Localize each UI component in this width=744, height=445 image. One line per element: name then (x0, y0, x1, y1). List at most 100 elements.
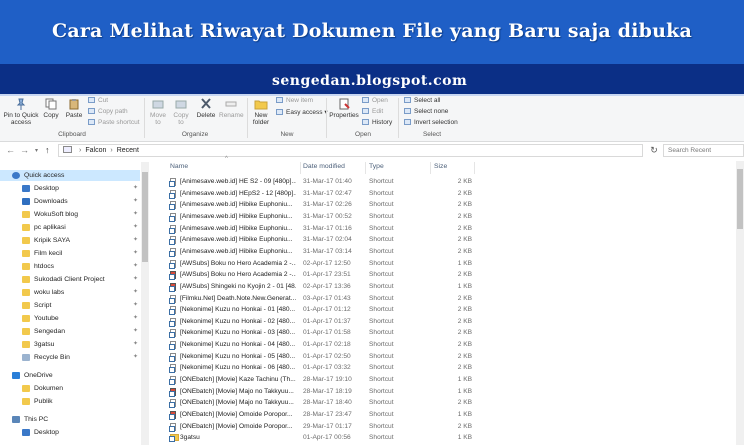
scrollbar-thumb[interactable] (142, 172, 148, 262)
nav-item-wokusoft-blog[interactable]: WokuSoft blog ✦ (0, 209, 140, 220)
nav-item-label: woku labs (34, 289, 65, 296)
copy-path-button[interactable]: Copy path (88, 108, 128, 115)
file-type: Shortcut (369, 282, 394, 290)
nav-item-recycle-bin[interactable]: Recycle Bin ✦ (0, 352, 140, 363)
file-size: 1 KB (457, 434, 472, 442)
cut-button[interactable]: Cut (88, 97, 108, 104)
file-row[interactable]: [Nekonime] Kuzu no Honkai - 04 [480... 01… (160, 339, 735, 351)
select-none-button[interactable]: Select none (404, 108, 448, 115)
file-row[interactable]: [Filmku.Net] Death.Note.New.Generat... 03… (160, 293, 735, 304)
nav-item-desktop[interactable]: Desktop (0, 427, 140, 438)
file-size: 2 KB (457, 247, 472, 255)
file-row[interactable]: [Nekonime] Kuzu no Honkai - 05 [480... 01… (160, 351, 735, 362)
breadcrumb-recent[interactable]: Recent (117, 147, 139, 154)
file-row[interactable]: [Animesave.web.id] Hibike Euphoniu... 31-… (160, 223, 735, 234)
delete-button[interactable]: Delete (195, 98, 217, 119)
file-row[interactable]: [Nekonime] Kuzu no Honkai - 06 [480... 01… (160, 362, 735, 374)
easy-access-icon (276, 109, 283, 115)
select-all-button[interactable]: Select all (404, 97, 440, 104)
column-header-type[interactable]: Type (369, 163, 384, 170)
nav-item-3gatsu[interactable]: 3gatsu ✦ (0, 339, 140, 350)
refresh-icon[interactable]: ↻ (648, 144, 660, 157)
file-row[interactable]: [Animesave.web.id] Hibike Euphoniu... 31-… (160, 199, 735, 211)
file-size: 2 KB (457, 422, 472, 430)
file-row[interactable]: [AWSubs] Shingeki no Kyojin 2 - 01 [48..… (160, 281, 735, 292)
file-row[interactable]: [Animesave.web.id] HEpS2 - 12 [480p]... 3… (160, 188, 735, 199)
pinned-icon: ✦ (133, 211, 139, 217)
nav-item-publik[interactable]: Publik (0, 396, 140, 407)
back-arrow-icon[interactable]: ← (6, 145, 15, 155)
history-button[interactable]: History (362, 119, 392, 126)
nav-item-youtube[interactable]: Youtube ✦ (0, 313, 140, 324)
nav-item-quick-access[interactable]: Quick access (0, 170, 140, 181)
nav-item-sengedan[interactable]: Sengedan ✦ (0, 326, 140, 337)
new-folder-button[interactable]: New folder (250, 98, 272, 126)
column-divider[interactable] (300, 162, 301, 174)
nav-item-this-pc[interactable]: This PC (0, 414, 140, 425)
file-row[interactable]: [Animesave.web.id] Hibike Euphoniu... 31-… (160, 246, 735, 257)
nav-item-dokumen[interactable]: Dokumen (0, 383, 140, 394)
file-row[interactable]: [Nekonime] Kuzu no Honkai - 02 [480... 01… (160, 316, 735, 327)
nav-item-htdocs[interactable]: htdocs ✦ (0, 261, 140, 272)
column-header-date[interactable]: Date modified (303, 163, 345, 170)
nav-item-desktop[interactable]: Desktop ✦ (0, 183, 140, 194)
breadcrumb-falcon[interactable]: Falcon (85, 147, 106, 154)
file-date: 01-Apr-17 01:37 (303, 317, 351, 325)
nav-item-pc-aplikasi[interactable]: pc aplikasi ✦ (0, 222, 140, 233)
column-divider[interactable] (365, 162, 366, 174)
file-row[interactable]: [Nekonime] Kuzu no Honkai - 03 [480... 01… (160, 327, 735, 339)
file-list-scrollbar[interactable] (736, 161, 744, 445)
pin-to-quick-access-button[interactable]: Pin to Quick access (2, 98, 40, 126)
search-input[interactable]: Search Recent (663, 144, 744, 157)
file-row[interactable]: [ONEbatch] [Movie] Majo no Takkyuu... 28-… (160, 386, 735, 397)
address-bar[interactable]: › Falcon › Recent (58, 144, 643, 157)
nav-item-downloads[interactable]: Downloads ✦ (0, 196, 140, 207)
open-button[interactable]: Open (362, 97, 388, 104)
file-row[interactable]: [ONEbatch] [Movie] Omoide Poropor... 29-M… (160, 421, 735, 432)
invert-selection-button[interactable]: Invert selection (404, 119, 458, 126)
nav-item-onedrive[interactable]: OneDrive (0, 370, 140, 381)
paste-button[interactable]: Paste (64, 98, 84, 119)
scrollbar-thumb[interactable] (737, 169, 743, 229)
up-arrow-icon[interactable]: ↑ (45, 145, 50, 155)
paste-shortcut-button[interactable]: Paste shortcut (88, 119, 140, 126)
folder-icon (22, 224, 30, 231)
forward-arrow-icon[interactable]: → (20, 145, 29, 155)
rename-button[interactable]: Rename (219, 98, 244, 119)
file-date: 01-Apr-17 02:18 (303, 341, 351, 349)
column-divider[interactable] (474, 162, 475, 174)
file-name: [Animesave.web.id] Hibike Euphoniu... (180, 212, 293, 220)
easy-access-button[interactable]: Easy access ▾ (276, 108, 328, 116)
column-header-size[interactable]: Size (434, 163, 447, 170)
nav-item-film-kecil[interactable]: Film kecil ✦ (0, 248, 140, 259)
navigation-scrollbar[interactable] (141, 162, 149, 445)
copy-button[interactable]: Copy (42, 98, 60, 119)
properties-button[interactable]: Properties (329, 98, 359, 119)
file-row[interactable]: [Animesave.web.id] Hibike Euphoniu... 31-… (160, 234, 735, 246)
folder-icon (22, 302, 30, 309)
column-divider[interactable] (430, 162, 431, 174)
recent-locations-chevron-icon[interactable]: ▾ (35, 147, 38, 154)
move-to-button[interactable]: Move to (148, 98, 168, 126)
new-item-button[interactable]: New item (276, 97, 313, 104)
copy-to-button[interactable]: Copy to (171, 98, 191, 126)
file-row[interactable]: 3gatsu 01-Apr-17 00:56 Shortcut 1 KB (160, 432, 735, 443)
file-date: 29-Mar-17 01:17 (303, 422, 352, 430)
file-type: Shortcut (369, 271, 394, 279)
file-row[interactable]: [Animesave.web.id] Hibike Euphoniu... 31-… (160, 211, 735, 222)
file-row[interactable]: [Nekonime] Kuzu no Honkai - 01 [480... 01… (160, 304, 735, 316)
file-row[interactable]: [AWSubs] Boku no Hero Academia 2 -... 02-… (160, 258, 735, 269)
edit-button[interactable]: Edit (362, 108, 383, 115)
file-row[interactable]: [ONEbatch] [Movie] Majo no Takkyuu... 28-… (160, 397, 735, 409)
nav-item-sukodadi-client-project[interactable]: Sukodadi Client Project ✦ (0, 274, 140, 285)
file-row[interactable]: [ONEbatch] [Movie] Omoide Poropor... 28-M… (160, 409, 735, 420)
nav-item-kripik-saya[interactable]: Kripik SAYA ✦ (0, 235, 140, 246)
column-header-name[interactable]: Name (170, 163, 188, 170)
nav-item-woku-labs[interactable]: woku labs ✦ (0, 287, 140, 298)
file-row[interactable]: [AWSubs] Boku no Hero Academia 2 -... 01-… (160, 269, 735, 281)
nav-item-label: This PC (24, 416, 49, 423)
nav-item-script[interactable]: Script ✦ (0, 300, 140, 311)
file-row[interactable]: [Animesave.web.id] HE S2 - 09 [480p]... 3… (160, 176, 735, 187)
file-name: [Animesave.web.id] HE S2 - 09 [480p]... (180, 178, 296, 185)
file-row[interactable]: [ONEbatch] [Movie] Kaze Tachinu (Th... 28… (160, 374, 735, 386)
